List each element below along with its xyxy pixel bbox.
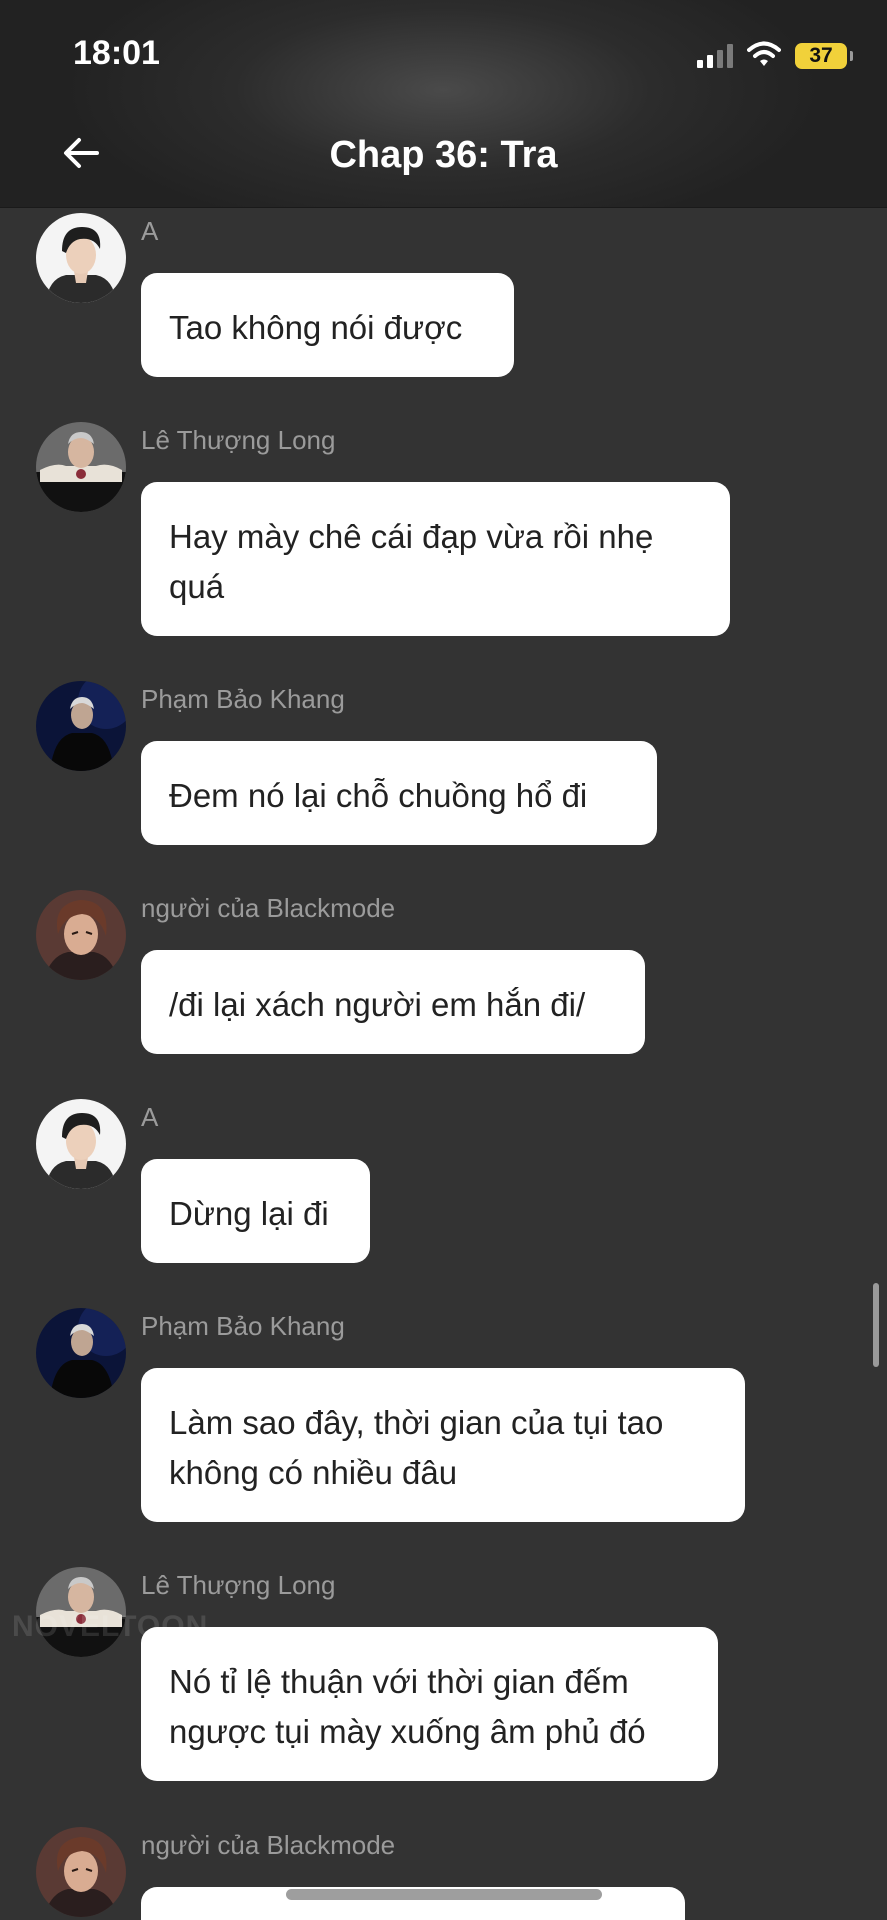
page-title: Chap 36: Tra xyxy=(329,134,558,176)
message-bubble[interactable]: Dừng lại đi xyxy=(141,1159,370,1263)
status-icons: 37 xyxy=(697,40,853,72)
scrollbar[interactable] xyxy=(873,1283,879,1367)
sender-name: Lê Thượng Long xyxy=(141,425,336,455)
message-text: /đi lại xách người em hắn đi/ xyxy=(169,986,586,1023)
message-bubble[interactable]: Hay mày chê cái đạp vừa rồi nhẹ quá xyxy=(141,482,730,636)
message-text: Đem nó lại chỗ chuồng hổ đi xyxy=(169,777,588,814)
watermark: NOVELTOON xyxy=(12,1610,209,1643)
avatar-a[interactable] xyxy=(36,1099,126,1189)
message-bubble[interactable]: Tao không nói được xyxy=(141,273,514,377)
battery-level: 37 xyxy=(809,44,833,67)
avatar-pham-bao-khang[interactable] xyxy=(36,1308,126,1398)
battery-icon: 37 xyxy=(795,43,853,69)
sender-name: Phạm Bảo Khang xyxy=(141,684,345,714)
avatar-blackmode[interactable] xyxy=(36,1827,126,1917)
message-bubble[interactable]: /đi lại xách người em hắn đi/ xyxy=(141,950,645,1054)
sender-name: A xyxy=(141,1102,159,1132)
sender-name: người của Blackmode xyxy=(141,1830,396,1860)
message-bubble[interactable]: Nó tỉ lệ thuận với thời gian đếm ngược t… xyxy=(141,1627,718,1781)
sender-name: người của Blackmode xyxy=(141,893,396,923)
home-indicator[interactable] xyxy=(286,1889,602,1900)
cellular-signal-icon xyxy=(697,44,733,68)
avatar-le-thuong-long[interactable] xyxy=(36,422,126,512)
message-text: Nó tỉ lệ thuận với thời gian đếm ngược t… xyxy=(169,1663,646,1750)
avatar-a[interactable] xyxy=(36,213,126,303)
message-text: Tao không nói được xyxy=(169,309,463,346)
sender-name: Phạm Bảo Khang xyxy=(141,1311,345,1341)
message-bubble[interactable]: Đem nó lại chỗ chuồng hổ đi xyxy=(141,741,657,845)
message-text: Làm sao đây, thời gian của tụi tao không… xyxy=(169,1404,664,1491)
top-bar: 18:01 37 Chap 36: Tra xyxy=(0,0,887,208)
chat-screen: A Tao không nói được Lê Thượng Long Hay … xyxy=(0,0,887,1920)
message-text: Hay mày chê cái đạp vừa rồi nhẹ quá xyxy=(169,518,654,605)
avatar-pham-bao-khang[interactable] xyxy=(36,681,126,771)
sender-name: A xyxy=(141,216,159,246)
sender-name: Lê Thượng Long xyxy=(141,1570,336,1600)
status-time: 18:01 xyxy=(73,34,160,72)
avatar-blackmode[interactable] xyxy=(36,890,126,980)
message-text: Dừng lại đi xyxy=(169,1195,329,1232)
message-bubble[interactable]: Làm sao đây, thời gian của tụi tao không… xyxy=(141,1368,745,1522)
wifi-icon xyxy=(747,41,781,72)
